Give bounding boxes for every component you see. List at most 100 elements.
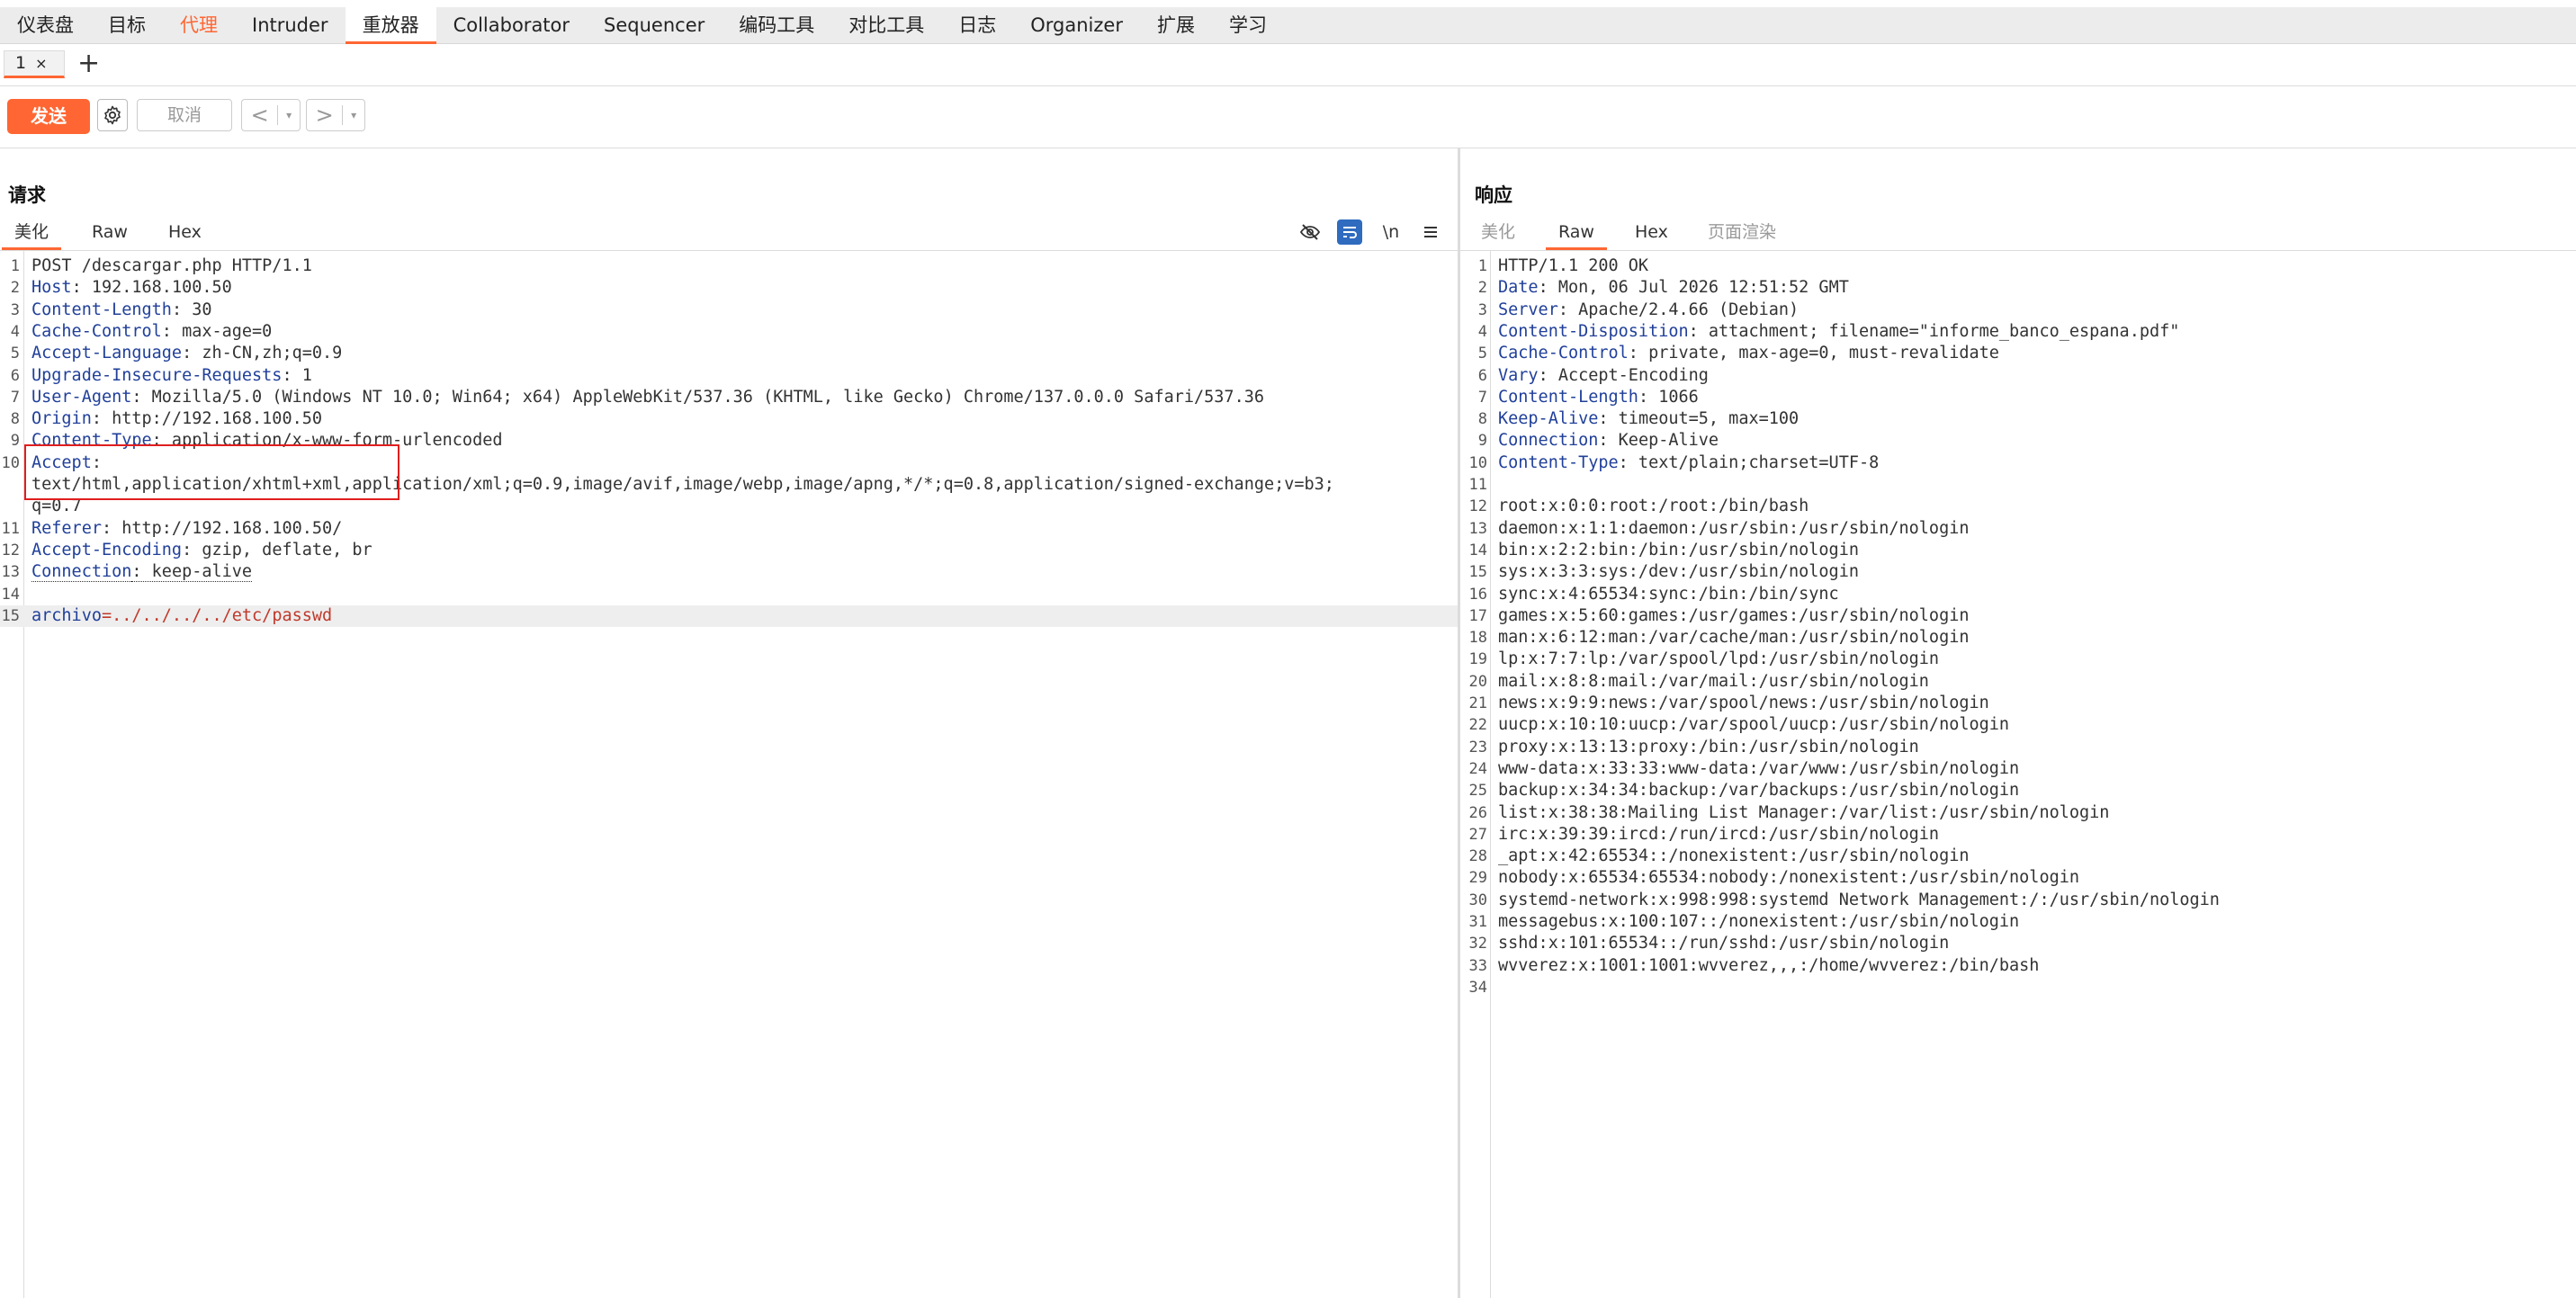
newline-icon[interactable]: \n: [1378, 219, 1404, 245]
header-value: : http://192.168.100.50/: [101, 518, 343, 538]
line-text: Cache-Control: private, max-age=0, must-…: [1498, 343, 1999, 364]
header-name: Connection: [31, 562, 132, 583]
forward-button[interactable]: > ▾: [306, 99, 365, 131]
menu-item[interactable]: 编码工具: [722, 7, 831, 43]
line-text: Accept-Encoding: gzip, deflate, br: [31, 540, 372, 561]
tab-raw[interactable]: Raw: [1546, 215, 1607, 250]
line-number: 13: [1468, 519, 1487, 538]
menu-item[interactable]: 仪表盘: [0, 7, 91, 43]
chevron-down-icon[interactable]: ▾: [343, 109, 364, 121]
settings-button[interactable]: [97, 99, 128, 131]
code-line: 9 Connection: Keep-Alive: [1460, 430, 2576, 452]
eye-off-icon[interactable]: [1297, 219, 1323, 245]
header-value: : gzip, deflate, br: [182, 540, 372, 559]
line-number: 19: [1468, 650, 1487, 669]
header-value: : 192.168.100.50: [71, 278, 232, 298]
menu-item[interactable]: Organizer: [1013, 7, 1140, 43]
request-pane: 请求 美化 Raw Hex \n 1 POST /descargar.php HT…: [0, 148, 1458, 1298]
line-number: 16: [1468, 585, 1487, 604]
code-line: 32 sshd:x:101:65534::/run/sshd:/usr/sbin/…: [1460, 933, 2576, 954]
menu-item[interactable]: Collaborator: [436, 7, 587, 43]
tab-hex[interactable]: Hex: [1635, 215, 1668, 249]
line-number: 11: [1, 519, 20, 538]
chevron-right-icon: >: [315, 103, 334, 128]
menu-item[interactable]: 代理: [163, 7, 235, 43]
code-line: 8 Origin: http://192.168.100.50: [0, 408, 1458, 430]
line-number: 34: [1468, 978, 1487, 997]
line-number: 18: [1468, 629, 1487, 648]
tab-raw[interactable]: Raw: [92, 215, 128, 249]
header-value: : http://192.168.100.50: [91, 409, 323, 429]
header-value: : 1: [282, 365, 312, 385]
header-name: Content-Length: [1498, 387, 1638, 407]
line-text: Content-Length: 1066: [1498, 387, 1699, 408]
line-number: 2: [1477, 279, 1487, 298]
chevron-left-icon: <: [250, 103, 269, 128]
line-number: 28: [1468, 847, 1487, 866]
line-number: 10: [1468, 453, 1487, 472]
code-line: 21 news:x:9:9:news:/var/spool/news:/usr/s…: [1460, 693, 2576, 714]
code-line: 24 www-data:x:33:33:www-data:/var/www:/us…: [1460, 758, 2576, 780]
request-editor[interactable]: 1 POST /descargar.php HTTP/1.1 2 Host: 192.…: [0, 250, 1458, 1298]
line-text: HTTP/1.1 200 OK: [1498, 256, 1649, 275]
tab-render[interactable]: 页面渲染: [1708, 215, 1776, 249]
response-view-tabs: 美化 Raw Hex 页面渲染: [1460, 215, 2576, 251]
menu-item[interactable]: 重放器: [345, 7, 436, 44]
close-icon[interactable]: ×: [35, 55, 47, 72]
menu-item[interactable]: 目标: [91, 7, 163, 43]
menu-icon[interactable]: [1418, 219, 1443, 245]
header-name: Upgrade-Insecure-Requests: [31, 365, 283, 385]
line-number: 31: [1468, 913, 1487, 931]
back-button[interactable]: < ▾: [241, 99, 301, 131]
line-number: 7: [1477, 388, 1487, 407]
line-text: Content-Type: text/plain;charset=UTF-8: [1498, 452, 1879, 474]
header-name: Keep-Alive: [1498, 409, 1599, 429]
menu-item[interactable]: 学习: [1212, 7, 1284, 43]
send-button[interactable]: 发送: [7, 99, 90, 134]
line-text: news:x:9:9:news:/var/spool/news:/usr/sbi…: [1498, 694, 1989, 712]
response-editor[interactable]: 1 HTTP/1.1 200 OK 2 Date: Mon, 06 Jul 2026 …: [1460, 250, 2576, 1298]
code-line: 8 Keep-Alive: timeout=5, max=100: [1460, 408, 2576, 430]
code-line: 2 Date: Mon, 06 Jul 2026 12:51:52 GMT: [1460, 277, 2576, 299]
menu-item[interactable]: Sequencer: [587, 7, 722, 43]
line-text: Vary: Accept-Encoding: [1498, 365, 1709, 387]
header-value: : 1066: [1638, 387, 1699, 407]
line-text: bin:x:2:2:bin:/bin:/usr/sbin/nologin: [1498, 540, 1859, 559]
tab-pretty[interactable]: 美化: [1481, 215, 1515, 249]
code-line: 16 sync:x:4:65534:sync:/bin:/bin/sync: [1460, 584, 2576, 605]
line-text: lp:x:7:7:lp:/var/spool/lpd:/usr/sbin/nol…: [1498, 649, 1940, 669]
request-title: 请求: [8, 184, 46, 206]
line-text: Keep-Alive: timeout=5, max=100: [1498, 408, 1799, 430]
line-number: 3: [1477, 300, 1487, 319]
header-name: Content-Length: [31, 300, 172, 319]
repeater-tab-1[interactable]: 1 ×: [4, 50, 65, 78]
header-name: Cache-Control: [1498, 344, 1629, 363]
code-line: 12 root:x:0:0:root:/root:/bin/bash: [1460, 496, 2576, 517]
line-number: 14: [1468, 541, 1487, 559]
code-line: 1 HTTP/1.1 200 OK: [1460, 255, 2576, 277]
menu-item[interactable]: Intruder: [235, 7, 346, 43]
cancel-button[interactable]: 取消: [137, 99, 232, 131]
code-line: 27 irc:x:39:39:ircd:/run/ircd:/usr/sbin/n…: [1460, 824, 2576, 846]
line-text: Accept-Language: zh-CN,zh;q=0.9: [31, 343, 342, 364]
wrap-icon[interactable]: [1337, 219, 1362, 245]
tab-hex[interactable]: Hex: [168, 215, 202, 249]
menu-item[interactable]: 对比工具: [831, 7, 941, 43]
add-tab-button[interactable]: +: [77, 49, 100, 79]
menu-item[interactable]: 扩展: [1140, 7, 1212, 43]
code-line: 31 messagebus:x:100:107::/nonexistent:/us…: [1460, 911, 2576, 933]
main-menubar: 仪表盘 目标 代理 Intruder 重放器 Collaborator Sequencer 编…: [0, 7, 2576, 44]
chevron-down-icon[interactable]: ▾: [278, 109, 300, 121]
line-number: 20: [1468, 672, 1487, 691]
request-view-tabs: 美化 Raw Hex: [0, 215, 1458, 251]
tab-pretty[interactable]: 美化: [1, 215, 62, 250]
code-line: 20 mail:x:8:8:mail:/var/mail:/usr/sbin/no…: [1460, 671, 2576, 693]
header-name: User-Agent: [31, 387, 132, 407]
menu-item[interactable]: 日志: [941, 7, 1013, 43]
line-number: 29: [1468, 869, 1487, 888]
line-text: daemon:x:1:1:daemon:/usr/sbin:/usr/sbin/…: [1498, 518, 1970, 538]
line-number: 2: [10, 279, 20, 298]
line-text: Date: Mon, 06 Jul 2026 12:51:52 GMT: [1498, 277, 1849, 299]
line-text: Host: 192.168.100.50: [31, 277, 232, 299]
line-number: 5: [10, 345, 20, 363]
